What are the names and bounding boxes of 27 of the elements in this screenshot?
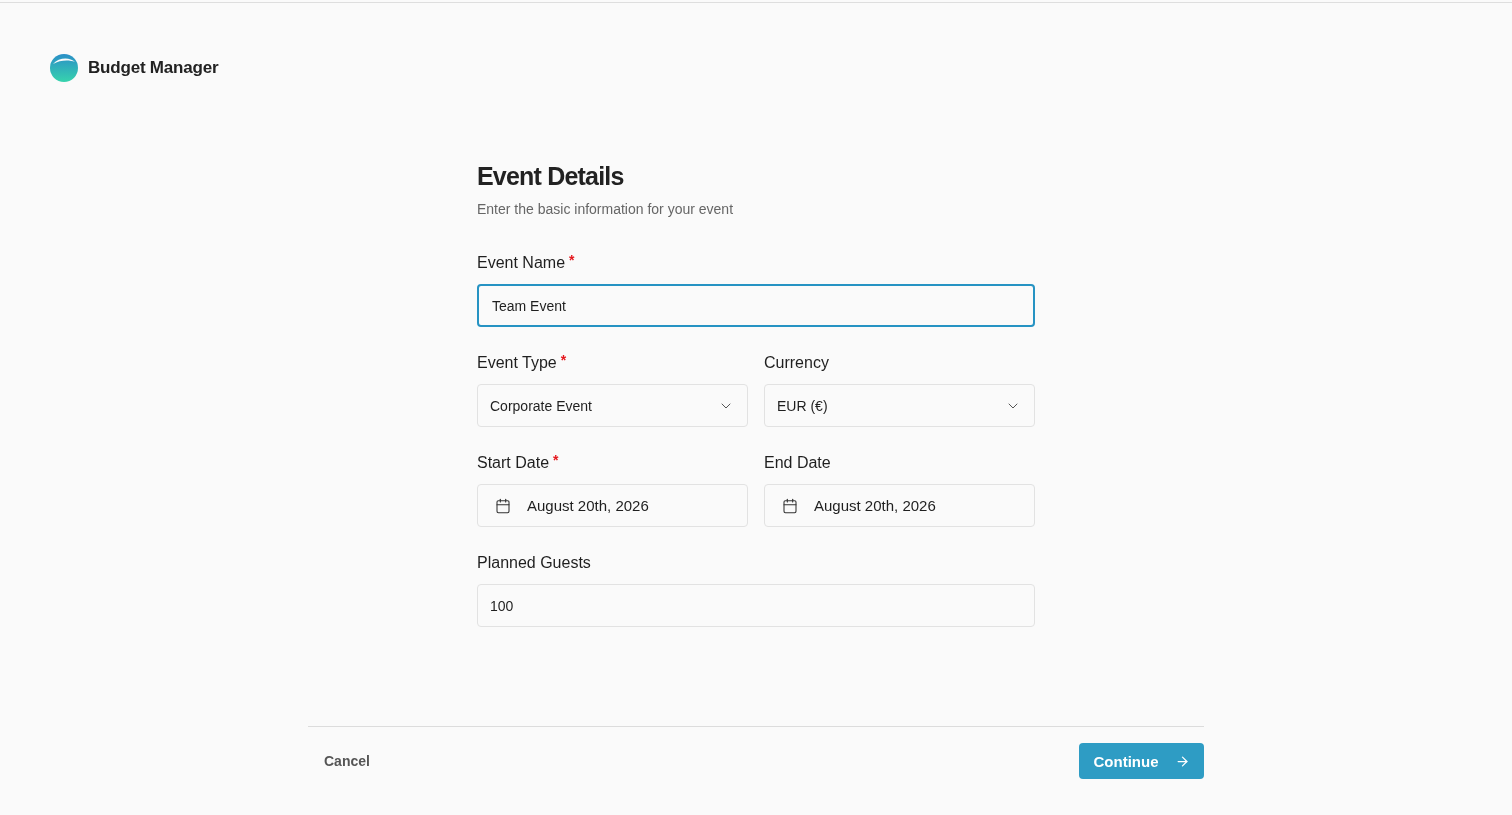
- field-label: Planned Guests: [477, 553, 591, 573]
- field-label: End Date: [764, 453, 831, 473]
- required-mark: *: [560, 352, 567, 368]
- logo-icon: [50, 53, 78, 82]
- app-name: Budget Manager: [88, 57, 219, 78]
- field-label: Currency: [764, 353, 829, 373]
- field-label: Event Type: [477, 353, 557, 373]
- date-field[interactable]: August 20th, 2026: [477, 484, 748, 527]
- date-value: August 20th, 2026: [527, 497, 649, 514]
- calendar-icon: [495, 497, 511, 514]
- text-input[interactable]: Team Event: [477, 284, 1035, 327]
- date-field[interactable]: August 20th, 2026: [764, 484, 1035, 527]
- field-label: Start Date: [477, 453, 550, 473]
- required-mark: *: [569, 252, 575, 268]
- form-title: Event Details: [477, 161, 625, 191]
- calendar-icon: [782, 497, 798, 514]
- text-input[interactable]: 100: [477, 584, 1035, 627]
- form-subtitle: Enter the basic information for your event: [477, 200, 735, 219]
- dropdown-field[interactable]: EUR (€): [764, 384, 1035, 427]
- cancel-button[interactable]: Cancel: [324, 747, 370, 775]
- date-value: August 20th, 2026: [814, 497, 936, 514]
- arrow-right-icon: [1174, 753, 1190, 769]
- dropdown-value: EUR (€): [777, 397, 828, 414]
- dropdown-field[interactable]: Corporate Event: [477, 384, 748, 427]
- dropdown-value: Corporate Event: [490, 397, 592, 414]
- required-mark: *: [553, 452, 559, 468]
- field-label: Event Name: [477, 253, 566, 273]
